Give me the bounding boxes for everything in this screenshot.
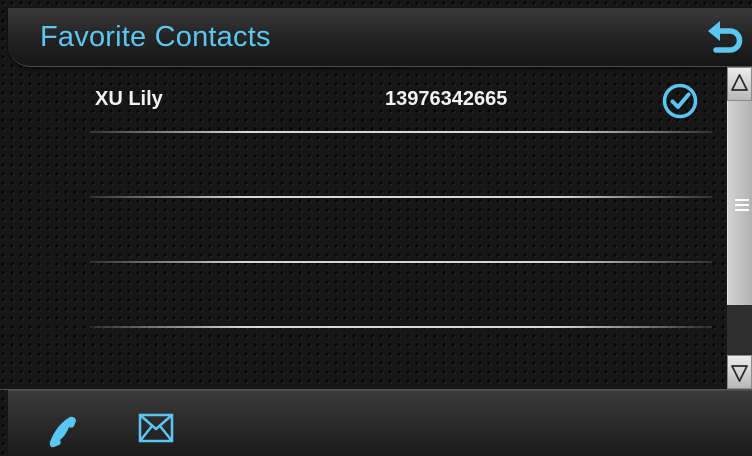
call-button[interactable]	[46, 411, 86, 451]
list-item[interactable]	[8, 133, 726, 198]
page-title: Favorite Contacts	[40, 21, 271, 53]
contacts-list: XU Lily 13976342665	[8, 68, 726, 390]
scroll-up-button[interactable]	[727, 67, 752, 101]
scroll-down-button[interactable]	[727, 355, 752, 389]
list-item[interactable]	[8, 328, 726, 393]
list-item[interactable]: XU Lily 13976342665	[8, 68, 726, 133]
contact-name: XU Lily	[95, 88, 163, 110]
back-button[interactable]	[704, 18, 748, 58]
grip-lines-icon	[735, 199, 749, 211]
envelope-icon	[138, 413, 174, 443]
bottom-toolbar	[8, 390, 752, 456]
scroll-thumb[interactable]	[727, 101, 752, 305]
list-item[interactable]	[8, 198, 726, 263]
list-item[interactable]	[8, 263, 726, 328]
contact-phone: 13976342665	[385, 88, 508, 110]
scroll-track[interactable]	[727, 101, 752, 355]
checkmark-circle-icon[interactable]	[662, 83, 698, 119]
header-bar: Favorite Contacts	[8, 8, 752, 67]
arrow-down-icon	[731, 365, 748, 382]
back-arrow-icon	[708, 21, 743, 53]
phone-icon	[49, 416, 76, 448]
scrollbar[interactable]	[727, 67, 752, 389]
message-button[interactable]	[136, 411, 176, 447]
favorite-contacts-screen: Favorite Contacts XU Lily 13976342665	[0, 0, 752, 456]
arrow-up-icon	[731, 74, 748, 91]
